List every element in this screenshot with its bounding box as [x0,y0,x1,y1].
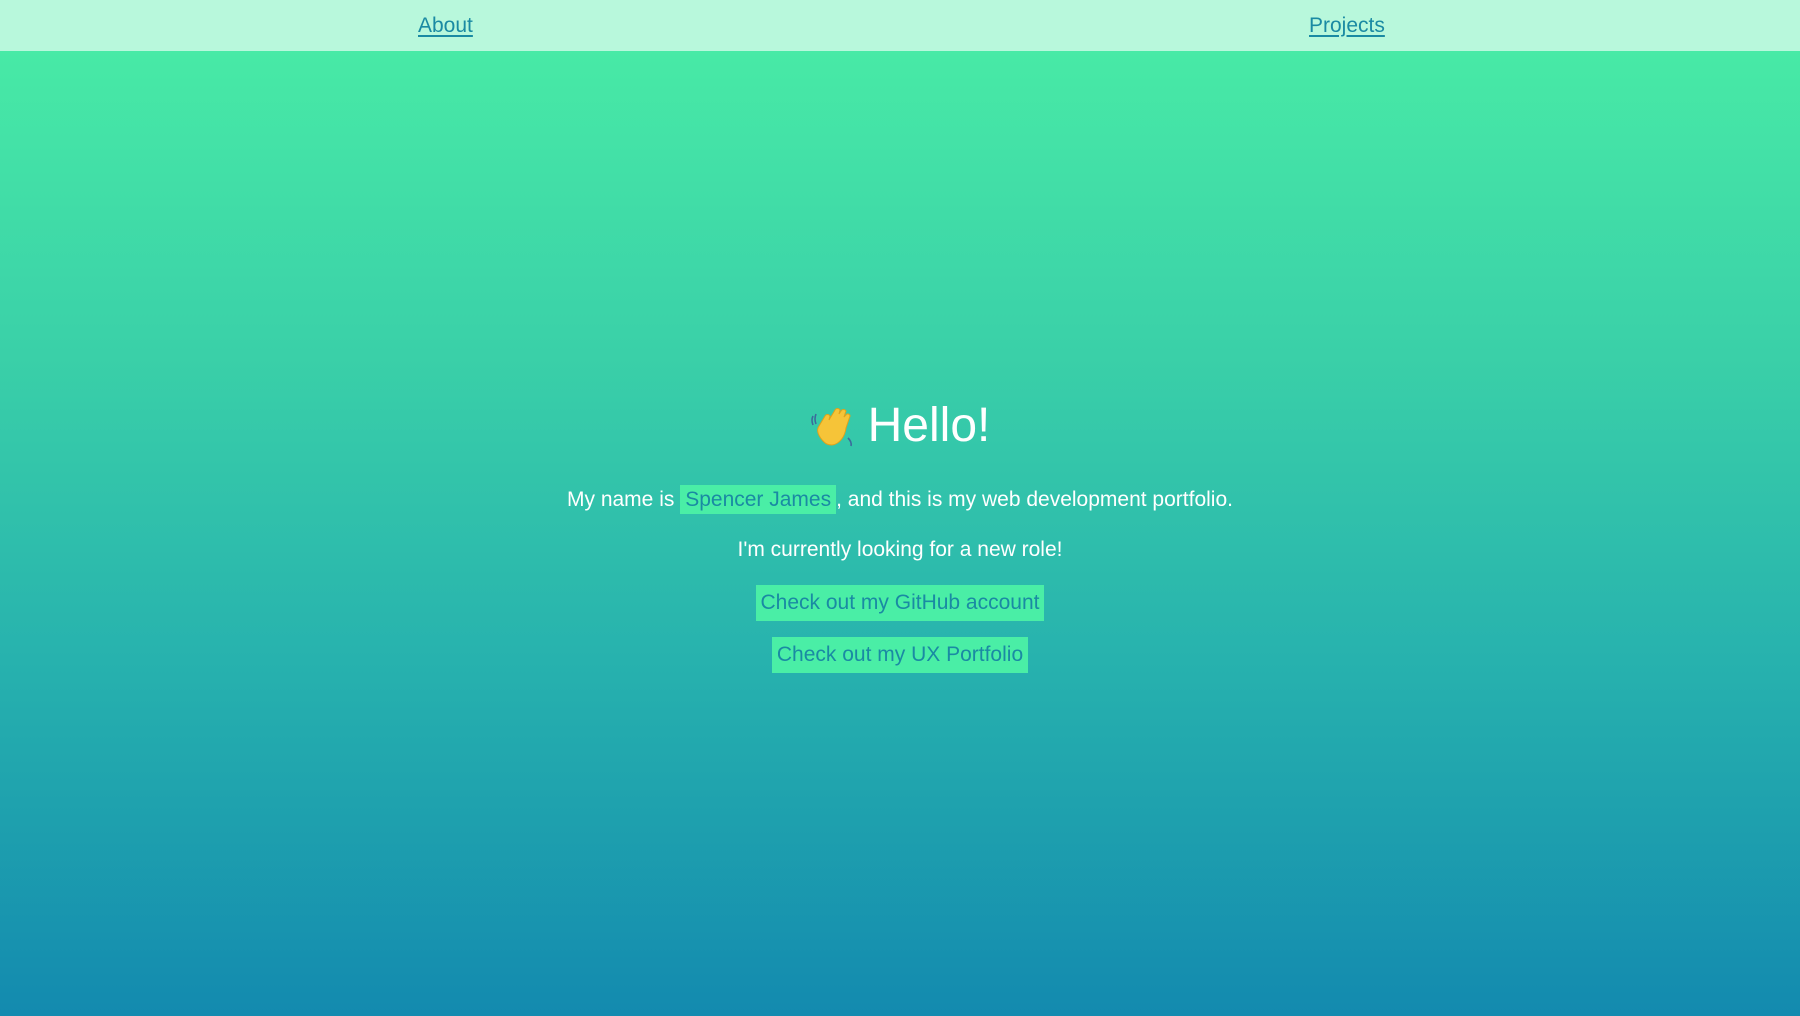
intro-line: My name is Spencer James, and this is my… [0,485,1800,515]
github-link[interactable]: Check out my GitHub account [755,585,1045,621]
top-navbar: About Projects [0,0,1800,51]
intro-suffix: , and this is my web development portfol… [836,488,1233,511]
hero-title-text: Hello! [867,399,991,452]
hero-section: Hello! My name is Spencer James, and thi… [0,395,1800,673]
page-title: Hello! [0,395,1800,457]
nav-link-about[interactable]: About [418,14,473,38]
waving-hand-icon [810,402,858,450]
ux-portfolio-link[interactable]: Check out my UX Portfolio [771,637,1029,673]
name-link[interactable]: Spencer James [680,485,837,514]
looking-for-role-text: I'm currently looking for a new role! [737,538,1063,561]
ux-portfolio-link-row: Check out my UX Portfolio [0,637,1800,673]
github-link-row: Check out my GitHub account [0,585,1800,621]
intro-prefix: My name is [567,488,681,511]
nav-link-projects[interactable]: Projects [1309,14,1385,38]
